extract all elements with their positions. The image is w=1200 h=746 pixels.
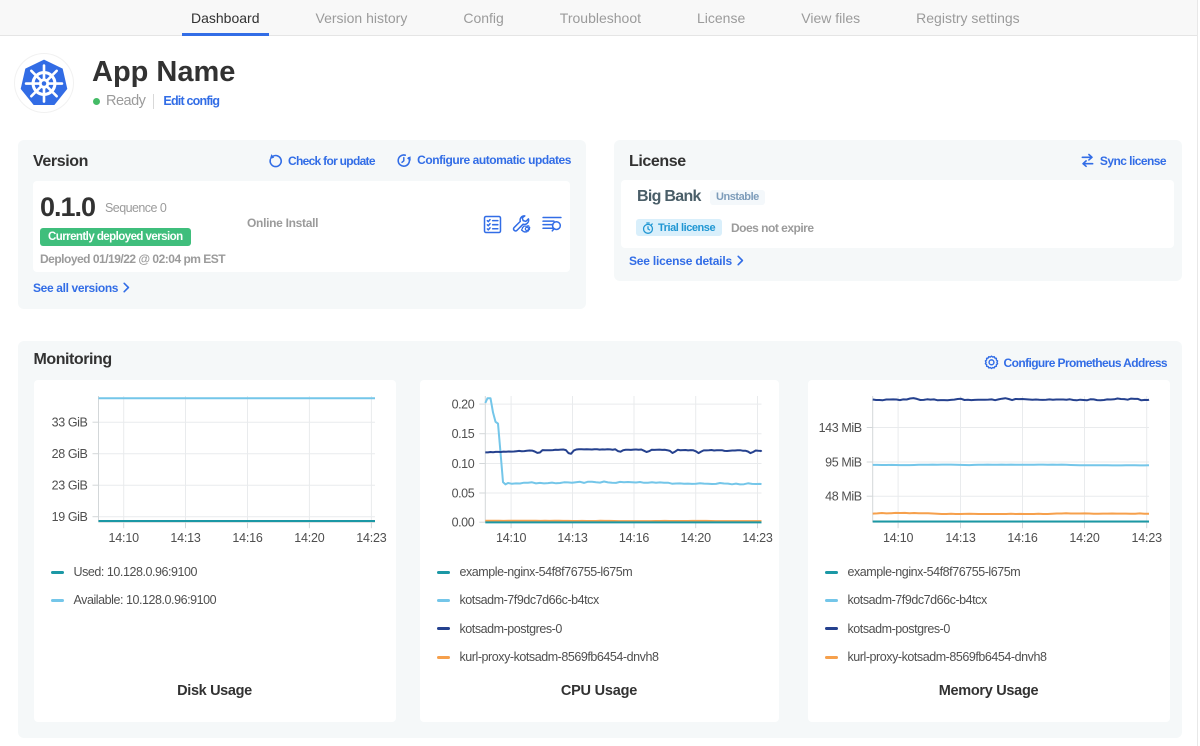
svg-text:0.15: 0.15 bbox=[451, 427, 474, 441]
svg-text:14:20: 14:20 bbox=[294, 531, 325, 545]
svg-text:0.20: 0.20 bbox=[451, 398, 474, 412]
svg-text:14:13: 14:13 bbox=[945, 531, 976, 545]
svg-text:14:23: 14:23 bbox=[742, 531, 773, 545]
svg-text:14:16: 14:16 bbox=[618, 531, 649, 545]
svg-text:14:10: 14:10 bbox=[882, 531, 913, 545]
svg-text:33 GiB: 33 GiB bbox=[51, 416, 87, 430]
svg-text:0.10: 0.10 bbox=[451, 457, 474, 471]
svg-text:14:10: 14:10 bbox=[495, 531, 526, 545]
svg-text:19 GiB: 19 GiB bbox=[51, 510, 87, 524]
svg-text:14:13: 14:13 bbox=[557, 531, 588, 545]
svg-text:14:16: 14:16 bbox=[232, 531, 263, 545]
svg-text:14:20: 14:20 bbox=[1069, 531, 1100, 545]
svg-text:14:10: 14:10 bbox=[108, 531, 139, 545]
svg-text:14:16: 14:16 bbox=[1007, 531, 1038, 545]
svg-text:28 GiB: 28 GiB bbox=[51, 447, 87, 461]
svg-text:143 MiB: 143 MiB bbox=[818, 421, 861, 435]
svg-text:95 MiB: 95 MiB bbox=[825, 456, 862, 470]
svg-text:23 GiB: 23 GiB bbox=[51, 479, 87, 493]
svg-text:14:20: 14:20 bbox=[680, 531, 711, 545]
svg-text:48 MiB: 48 MiB bbox=[825, 490, 862, 504]
svg-text:0.05: 0.05 bbox=[451, 487, 474, 501]
svg-text:0.00: 0.00 bbox=[451, 516, 474, 530]
svg-text:14:23: 14:23 bbox=[1131, 531, 1162, 545]
svg-text:14:23: 14:23 bbox=[356, 531, 387, 545]
svg-text:14:13: 14:13 bbox=[170, 531, 201, 545]
